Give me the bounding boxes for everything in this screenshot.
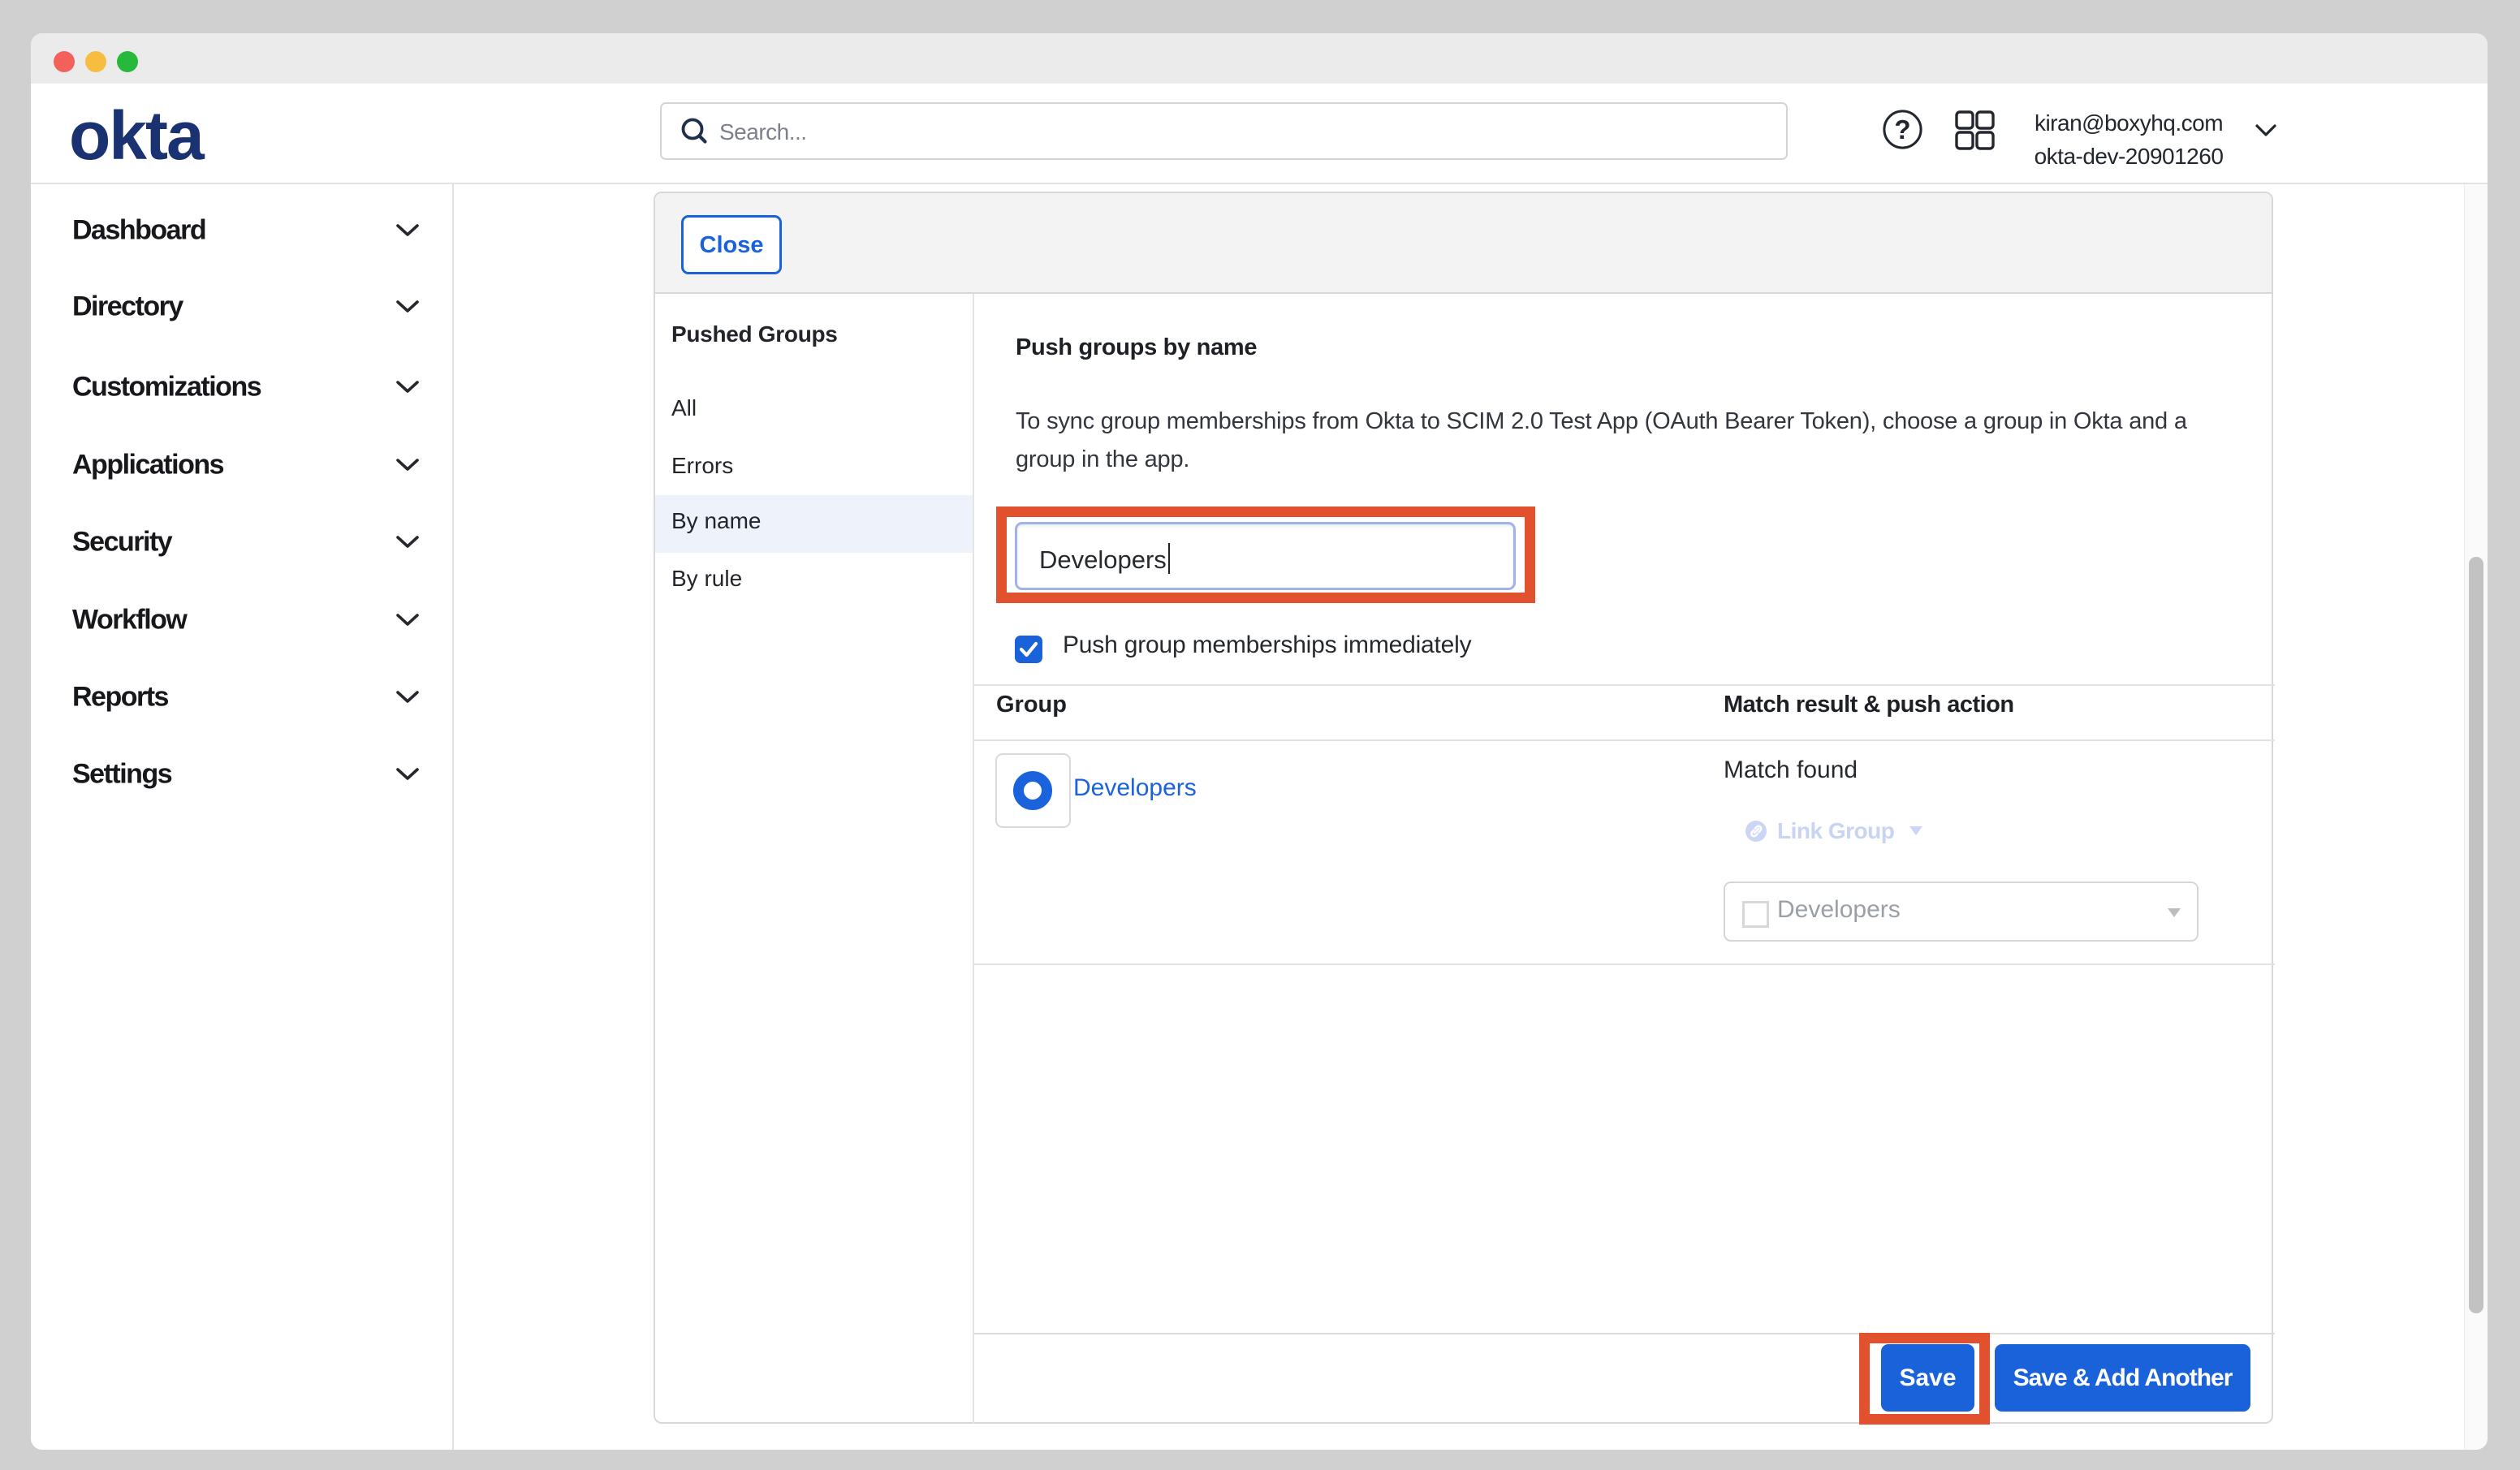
svg-text:?: ? (1894, 114, 1910, 144)
